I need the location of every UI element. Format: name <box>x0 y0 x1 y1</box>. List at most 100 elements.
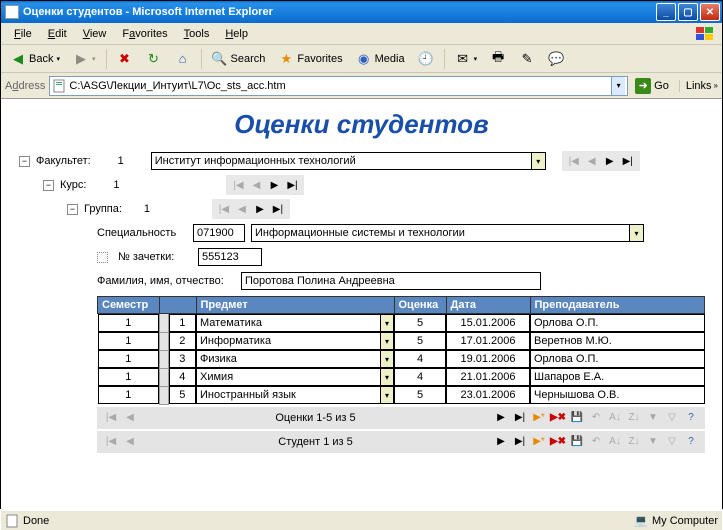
page-new-icon[interactable]: ▶* <box>531 434 547 450</box>
row-selector[interactable] <box>160 386 169 404</box>
menu-view[interactable]: View <box>76 26 114 42</box>
nav-first-icon[interactable]: |◀ <box>230 177 246 193</box>
cell-subject[interactable]: ▾ <box>196 314 394 332</box>
fio-field[interactable] <box>241 272 541 290</box>
mail-button[interactable]: ✉▾ <box>450 48 483 70</box>
filter-off-icon[interactable]: ▽ <box>664 410 680 426</box>
cell-num[interactable] <box>169 314 197 332</box>
row-selector[interactable] <box>160 368 169 386</box>
nav-last-icon[interactable]: ▶| <box>620 153 636 169</box>
undo-icon[interactable]: ↶ <box>588 410 604 426</box>
home-button[interactable]: ⌂ <box>170 48 196 70</box>
cell-date[interactable] <box>446 350 530 368</box>
cell-date[interactable] <box>446 386 530 404</box>
row-selector[interactable] <box>160 314 169 333</box>
chevron-down-icon[interactable]: ▾ <box>531 152 546 170</box>
nav-prev-icon[interactable]: ◀ <box>584 153 600 169</box>
cell-teacher[interactable] <box>530 332 705 350</box>
chevron-down-icon[interactable]: ▾ <box>380 350 394 368</box>
chevron-down-icon[interactable]: ▾ <box>380 368 394 386</box>
cell-date[interactable] <box>446 332 530 350</box>
forward-button[interactable]: ▶▾ <box>68 48 101 70</box>
cell-semester[interactable] <box>98 368 160 386</box>
help-icon[interactable]: ? <box>683 410 699 426</box>
cell-grade[interactable] <box>394 332 446 350</box>
discuss-button[interactable]: 💬 <box>543 48 569 70</box>
cell-num[interactable] <box>169 350 197 368</box>
menu-edit[interactable]: Edit <box>41 26 74 42</box>
filter-off-icon[interactable]: ▽ <box>664 434 680 450</box>
address-dropdown[interactable]: ▾ <box>611 77 625 95</box>
cell-teacher[interactable] <box>530 368 705 386</box>
menu-help[interactable]: Help <box>218 26 255 42</box>
cell-teacher[interactable] <box>530 386 705 404</box>
go-button[interactable]: ➜Go <box>632 76 672 96</box>
cell-subject[interactable]: ▾ <box>196 350 394 368</box>
nav-first-icon[interactable]: |◀ <box>566 153 582 169</box>
cell-subject[interactable]: ▾ <box>196 332 394 350</box>
nav-next-icon[interactable]: ▶ <box>266 177 282 193</box>
chevron-down-icon[interactable]: ▾ <box>629 224 644 242</box>
save-icon[interactable]: 💾 <box>569 434 585 450</box>
expand-zach[interactable] <box>97 252 108 263</box>
sort-desc-icon[interactable]: Z↓ <box>626 410 642 426</box>
zach-field[interactable] <box>198 248 262 266</box>
chevron-down-icon[interactable]: ▾ <box>380 332 394 350</box>
refresh-button[interactable]: ↻ <box>141 48 167 70</box>
nav-last-icon[interactable]: ▶| <box>284 177 300 193</box>
stop-button[interactable]: ✖ <box>112 48 138 70</box>
menu-file[interactable]: File <box>7 26 39 42</box>
maximize-button[interactable]: ▢ <box>678 3 698 21</box>
nav-prev-icon[interactable]: ◀ <box>248 177 264 193</box>
cell-subject[interactable]: ▾ <box>196 386 394 404</box>
cell-grade[interactable] <box>394 350 446 368</box>
cell-teacher[interactable] <box>530 314 705 332</box>
nav-first-icon[interactable]: |◀ <box>216 201 232 217</box>
print-button[interactable]: 🖶 <box>485 48 511 70</box>
address-field[interactable]: C:\ASG\Лекции_Интуит\L7\Oc_sts_acc.htm ▾ <box>49 76 628 96</box>
edit-button[interactable]: ✎ <box>514 48 540 70</box>
expand-course[interactable]: − <box>43 180 54 191</box>
nav-next-icon[interactable]: ▶ <box>252 201 268 217</box>
cell-semester[interactable] <box>98 332 160 350</box>
cell-num[interactable] <box>169 368 197 386</box>
page-last-icon[interactable]: ▶| <box>512 410 528 426</box>
nav-next-icon[interactable]: ▶ <box>602 153 618 169</box>
cell-semester[interactable] <box>98 350 160 368</box>
spec-combo[interactable]: ▾ <box>251 224 644 242</box>
row-selector[interactable] <box>160 332 169 350</box>
links-button[interactable]: Links » <box>679 80 718 92</box>
help-icon[interactable]: ? <box>683 434 699 450</box>
cell-semester[interactable] <box>98 386 160 404</box>
page-next-icon[interactable]: ▶ <box>493 434 509 450</box>
row-selector[interactable] <box>160 350 169 368</box>
page-first-icon[interactable]: |◀ <box>103 410 119 426</box>
nav-last-icon[interactable]: ▶| <box>270 201 286 217</box>
undo-icon[interactable]: ↶ <box>588 434 604 450</box>
cell-num[interactable] <box>169 332 197 350</box>
cell-semester[interactable] <box>98 314 160 332</box>
cell-grade[interactable] <box>394 386 446 404</box>
nav-prev-icon[interactable]: ◀ <box>234 201 250 217</box>
spec-code[interactable] <box>193 224 245 242</box>
cell-date[interactable] <box>446 368 530 386</box>
chevron-down-icon[interactable]: ▾ <box>380 314 394 332</box>
search-button[interactable]: 🔍Search <box>207 48 271 70</box>
sort-asc-icon[interactable]: A↓ <box>607 410 623 426</box>
menu-tools[interactable]: Tools <box>177 26 217 42</box>
delete-icon[interactable]: ▶✖ <box>550 410 566 426</box>
page-last-icon[interactable]: ▶| <box>512 434 528 450</box>
close-button[interactable]: ✕ <box>700 3 720 21</box>
page-next-icon[interactable]: ▶ <box>493 410 509 426</box>
minimize-button[interactable]: _ <box>656 3 676 21</box>
sort-asc-icon[interactable]: A↓ <box>607 434 623 450</box>
favorites-button[interactable]: ★Favorites <box>273 48 347 70</box>
filter-icon[interactable]: ▼ <box>645 410 661 426</box>
delete-icon[interactable]: ▶✖ <box>550 434 566 450</box>
faculty-combo[interactable]: ▾ <box>151 152 546 170</box>
page-prev-icon[interactable]: ◀ <box>122 410 138 426</box>
sort-desc-icon[interactable]: Z↓ <box>626 434 642 450</box>
filter-icon[interactable]: ▼ <box>645 434 661 450</box>
cell-grade[interactable] <box>394 314 446 332</box>
page-first-icon[interactable]: |◀ <box>103 434 119 450</box>
